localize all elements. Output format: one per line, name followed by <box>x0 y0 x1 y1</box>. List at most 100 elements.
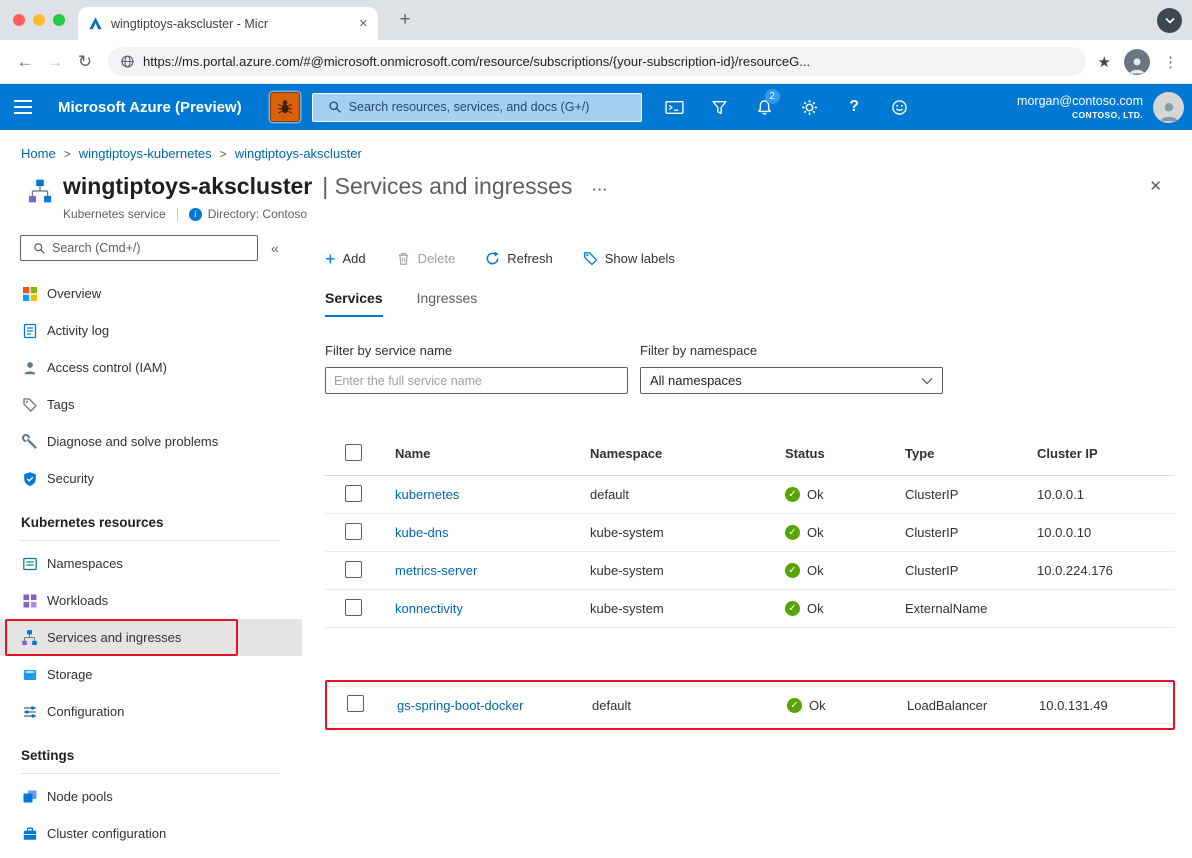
namespace-filter-select[interactable]: All namespaces <box>640 367 943 394</box>
row-select-checkbox[interactable] <box>345 561 362 578</box>
feedback-button[interactable] <box>877 84 922 130</box>
help-button[interactable]: ? <box>832 84 877 130</box>
gear-icon <box>801 99 818 116</box>
service-link[interactable]: kube-dns <box>395 525 448 540</box>
column-header-cluster-ip[interactable]: Cluster IP <box>1037 446 1175 461</box>
delete-button[interactable]: Delete <box>396 251 456 266</box>
back-icon[interactable]: ← <box>10 52 40 72</box>
service-name-filter-input[interactable] <box>325 367 628 394</box>
tab-close-icon[interactable]: ✕ <box>359 17 368 30</box>
reload-icon[interactable]: ↻ <box>70 52 100 72</box>
add-button[interactable]: + Add <box>325 251 366 266</box>
help-icon: ? <box>849 98 859 116</box>
service-link[interactable]: metrics-server <box>395 563 477 578</box>
sidebar-item-diagnose[interactable]: Diagnose and solve problems <box>0 423 302 460</box>
forward-icon[interactable]: → <box>40 52 70 72</box>
browser-avatar[interactable] <box>1124 49 1150 75</box>
address-bar[interactable]: https://ms.portal.azure.com/#@microsoft.… <box>108 47 1086 76</box>
column-header-namespace[interactable]: Namespace <box>590 446 785 461</box>
sidebar-item-storage[interactable]: Storage <box>0 656 302 693</box>
select-all-checkbox[interactable] <box>345 444 362 461</box>
breadcrumb-home[interactable]: Home <box>21 146 56 161</box>
services-table: Name Namespace Status Type Cluster IP ku… <box>325 432 1175 730</box>
breadcrumb-current[interactable]: wingtiptoys-akscluster <box>235 146 362 161</box>
browser-tab[interactable]: wingtiptoys-akscluster - Micr ✕ <box>78 7 378 40</box>
sidebar-item-node-pools[interactable]: Node pools <box>0 778 302 815</box>
row-select-checkbox[interactable] <box>345 485 362 502</box>
filters: Filter by service name Filter by namespa… <box>325 343 1192 394</box>
kubernetes-service-icon <box>27 178 53 221</box>
tab-ingresses[interactable]: Ingresses <box>417 290 478 317</box>
tab-services[interactable]: Services <box>325 290 383 317</box>
browser-menu-icon[interactable]: ⋮ <box>1163 53 1178 71</box>
status-ok-icon: ✓ <box>785 601 800 616</box>
sidebar-item-label: Services and ingresses <box>47 630 181 645</box>
column-header-status[interactable]: Status <box>785 446 905 461</box>
window-controls <box>13 14 65 26</box>
storage-icon <box>21 666 38 683</box>
account-info[interactable]: morgan@contoso.com CONTOSO, LTD. <box>1017 93 1143 120</box>
tab-title: wingtiptoys-akscluster - Micr <box>111 17 353 31</box>
status-ok-icon: ✓ <box>785 487 800 502</box>
cloud-shell-button[interactable] <box>652 84 697 130</box>
row-select-checkbox[interactable] <box>347 695 364 712</box>
sidebar-item-overview[interactable]: Overview <box>0 275 302 312</box>
browser-profile-menu-icon[interactable] <box>1157 8 1182 33</box>
sidebar-search-placeholder: Search (Cmd+/) <box>52 241 141 255</box>
portal-menu-icon[interactable] <box>0 84 46 130</box>
breadcrumb-resource-group[interactable]: wingtiptoys-kubernetes <box>79 146 212 161</box>
status-ok-icon: ✓ <box>785 525 800 540</box>
row-select-checkbox[interactable] <box>345 599 362 616</box>
service-link[interactable]: gs-spring-boot-docker <box>397 698 523 713</box>
zoom-window-button[interactable] <box>53 14 65 26</box>
bookmark-star-icon[interactable]: ★ <box>1098 53 1111 71</box>
column-header-type[interactable]: Type <box>905 446 1037 461</box>
tag-icon <box>21 396 38 413</box>
more-options-icon[interactable]: ··· <box>592 182 608 197</box>
sidebar-search-input[interactable]: Search (Cmd+/) <box>20 235 258 261</box>
directory-filter-button[interactable] <box>697 84 742 130</box>
refresh-button[interactable]: Refresh <box>485 251 553 266</box>
account-avatar[interactable] <box>1153 92 1184 123</box>
service-link[interactable]: konnectivity <box>395 601 463 616</box>
sidebar-item-namespaces[interactable]: Namespaces <box>0 545 302 582</box>
activity-log-icon <box>21 322 38 339</box>
command-bar: + Add Delete Refresh Show labels <box>325 251 1192 266</box>
sidebar-item-services-and-ingresses[interactable]: Services and ingresses <box>0 619 302 656</box>
show-labels-button[interactable]: Show labels <box>583 251 675 266</box>
sidebar-item-activity-log[interactable]: Activity log <box>0 312 302 349</box>
status-ok-icon: ✓ <box>785 563 800 578</box>
settings-button[interactable] <box>787 84 832 130</box>
minimize-window-button[interactable] <box>33 14 45 26</box>
notifications-button[interactable]: 2 <box>742 84 787 130</box>
bug-report-button[interactable] <box>270 92 300 122</box>
annotation-red-box: gs-spring-boot-docker default ✓Ok LoadBa… <box>325 680 1175 730</box>
collapse-menu-icon[interactable]: « <box>271 240 279 256</box>
column-header-name[interactable]: Name <box>395 446 590 461</box>
info-icon: i <box>189 208 202 221</box>
azure-brand[interactable]: Microsoft Azure (Preview) <box>58 99 242 116</box>
shield-icon <box>21 470 38 487</box>
breadcrumb: Home > wingtiptoys-kubernetes > wingtipt… <box>0 130 1192 161</box>
cloud-shell-icon <box>665 99 684 116</box>
sidebar-section-kubernetes-resources: Kubernetes resources <box>21 509 280 541</box>
resource-type-label: Kubernetes service <box>63 207 166 221</box>
sidebar-item-access-control[interactable]: Access control (IAM) <box>0 349 302 386</box>
sidebar-item-tags[interactable]: Tags <box>0 386 302 423</box>
table-header-row: Name Namespace Status Type Cluster IP <box>325 432 1175 476</box>
sidebar-item-cluster-configuration[interactable]: Cluster configuration <box>0 815 302 852</box>
sidebar-item-configuration[interactable]: Configuration <box>0 693 302 730</box>
row-select-checkbox[interactable] <box>345 523 362 540</box>
browser-tab-strip: wingtiptoys-akscluster - Micr ✕ + <box>0 0 1192 40</box>
close-blade-icon[interactable]: ✕ <box>1149 177 1162 195</box>
notification-badge: 2 <box>765 89 780 104</box>
service-link[interactable]: kubernetes <box>395 487 459 502</box>
new-tab-button[interactable]: + <box>392 9 418 31</box>
sidebar-item-workloads[interactable]: Workloads <box>0 582 302 619</box>
sidebar-section-settings: Settings <box>21 742 280 774</box>
sidebar-item-security[interactable]: Security <box>0 460 302 497</box>
page-header: wingtiptoys-akscluster | Services and in… <box>0 161 1192 221</box>
global-search-input[interactable]: Search resources, services, and docs (G+… <box>312 93 642 122</box>
bug-icon <box>276 98 294 116</box>
close-window-button[interactable] <box>13 14 25 26</box>
